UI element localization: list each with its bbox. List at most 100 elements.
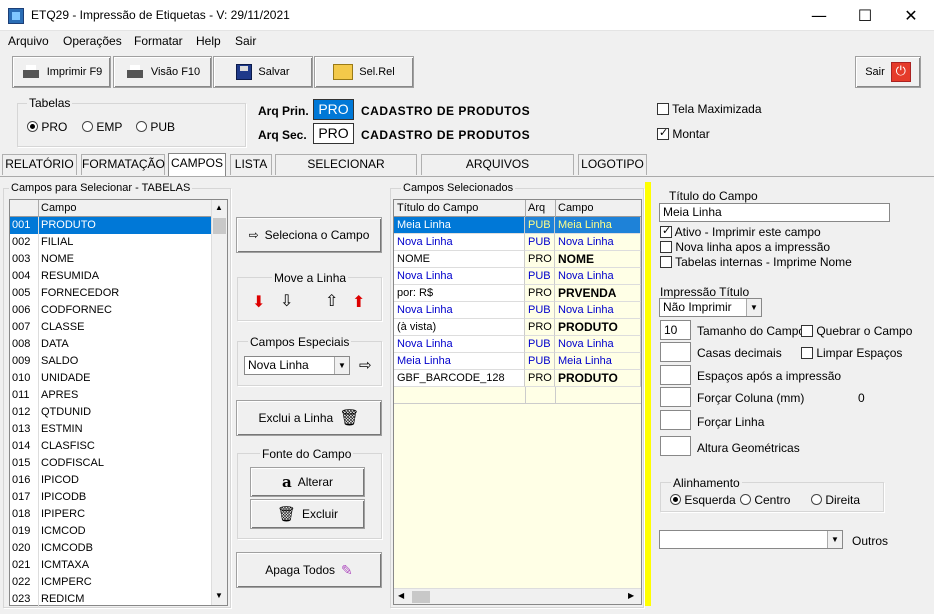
campos-list-item[interactable]: 016 IPICOD [10,472,211,489]
menu-sair[interactable]: Sair [235,34,256,48]
move-up-outline-icon[interactable]: ⇧ [325,291,338,311]
arq-prin-code[interactable]: PRO [313,99,354,120]
tab-relatorio[interactable]: RELATÓRIO [2,154,77,175]
menu-formatar[interactable]: Formatar [134,34,183,48]
campos-list-item[interactable]: 023 REDICM [10,591,211,608]
nova-linha-checkbox[interactable]: Nova linha apos a impressão [660,240,830,254]
scroll-left-icon[interactable]: ◀ [398,591,404,600]
outros-chevron-icon[interactable]: ▼ [827,531,842,548]
align-direita-radio[interactable]: Direita [811,493,860,507]
forcar-coluna-input[interactable] [660,387,691,407]
tab-lista[interactable]: LISTA [230,154,272,175]
campos-list-item[interactable]: 008 DATA [10,336,211,353]
hscroll-thumb[interactable] [412,591,430,603]
campos-list-item[interactable]: 009 SALDO [10,353,211,370]
print-button[interactable]: Imprimir F9 [12,56,111,88]
selecionados-hscroll[interactable]: ◀ ▶ [394,588,641,604]
impressao-chevron-icon[interactable]: ▼ [746,299,761,316]
tab-logotipo[interactable]: LOGOTIPO [578,154,647,175]
move-up-red-icon[interactable]: ⬆ [352,292,365,312]
exclui-linha-button[interactable]: Exclui a Linha 🗑 [236,400,382,436]
exit-button[interactable]: Sair ⏻ [855,56,921,88]
tela-maximizada-checkbox[interactable]: Tela Maximizada [657,102,762,116]
tab-arquivos-relacionados[interactable]: ARQUIVOS RELACIONADOS [421,154,574,190]
campos-list-item[interactable]: 022 ICMPERC [10,574,211,591]
menu-arquivo[interactable]: Arquivo [8,34,49,48]
selrel-button[interactable]: Sel.Rel [314,56,414,88]
campos-scrollbar[interactable]: ▲ ▼ [211,200,227,605]
scroll-up-icon[interactable]: ▲ [215,203,223,212]
selecionado-row[interactable]: Nova Linha PUB Nova Linha [394,336,641,353]
align-centro-radio[interactable]: Centro [740,493,790,507]
tab-formatacao[interactable]: FORMATAÇÃO [81,154,165,175]
preview-button[interactable]: Visão F10 [113,56,212,88]
campos-list[interactable]: Campo 001 PRODUTO 002 FILIAL 003 NOME 004 RESUM… [9,199,228,608]
selecionado-row[interactable]: NOME PRO NOME [394,251,641,268]
campos-list-item[interactable]: 011 APRES [10,387,211,404]
altura-input[interactable] [660,436,691,456]
scroll-down-icon[interactable]: ▼ [215,591,223,600]
add-especial-arrow-icon[interactable]: ⇨ [359,356,372,374]
selecionado-row[interactable]: Nova Linha PUB Nova Linha [394,268,641,285]
radio-emp[interactable]: EMP [82,120,122,134]
scroll-thumb[interactable] [213,218,226,234]
selecionado-row[interactable]: Nova Linha PUB Nova Linha [394,234,641,251]
selecionado-row[interactable]: Meia Linha PUB Meia Linha [394,217,641,234]
move-down-red-icon[interactable]: ⬇ [252,292,265,312]
quebrar-checkbox[interactable]: Quebrar o Campo [801,324,912,338]
tab-selecionar-produtos[interactable]: SELECIONAR PRODUTOS [275,154,417,190]
campos-list-item[interactable]: 015 CODFISCAL [10,455,211,472]
align-esquerda-radio[interactable]: Esquerda [670,493,736,507]
campos-list-item[interactable]: 002 FILIAL [10,234,211,251]
limpar-checkbox[interactable]: Limpar Espaços [801,346,902,360]
seleciona-campo-button[interactable]: ⇨ Seleciona o Campo [236,217,382,253]
apaga-todos-button[interactable]: Apaga Todos ✎ [236,552,382,588]
move-down-outline-icon[interactable]: ⇩ [280,291,293,311]
campos-especiais-select[interactable]: Nova Linha ▼ [244,356,350,375]
campos-list-item[interactable]: 006 CODFORNEC [10,302,211,319]
tamanho-input[interactable]: 10 [660,320,691,340]
selecionado-empty-row[interactable] [394,387,641,404]
radio-pub[interactable]: PUB [136,120,175,134]
campos-list-item[interactable]: 012 QTDUNID [10,404,211,421]
casas-input[interactable] [660,342,691,362]
alterar-fonte-button[interactable]: a Alterar [250,467,365,497]
campos-list-item[interactable]: 019 ICMCOD [10,523,211,540]
espacos-input[interactable] [660,365,691,385]
campos-list-item[interactable]: 020 ICMCODB [10,540,211,557]
campos-list-item[interactable]: 021 ICMTAXA [10,557,211,574]
campos-list-item[interactable]: 014 CLASFISC [10,438,211,455]
tabelas-internas-checkbox[interactable]: Tabelas internas - Imprime Nome [660,255,852,269]
campos-list-item[interactable]: 017 IPICODB [10,489,211,506]
campos-list-item[interactable]: 005 FORNECEDOR [10,285,211,302]
forcar-linha-input[interactable] [660,410,691,430]
selecionado-row[interactable]: Nova Linha PUB Nova Linha [394,302,641,319]
menu-help[interactable]: Help [196,34,221,48]
selecionado-row[interactable]: por: R$ PRO PRVENDA [394,285,641,302]
campos-list-item[interactable]: 001 PRODUTO [10,217,211,234]
radio-pro[interactable]: PRO [27,120,67,134]
save-button[interactable]: Salvar [213,56,313,88]
selecionado-row[interactable]: (à vista) PRO PRODUTO [394,319,641,336]
scroll-right-icon[interactable]: ▶ [628,591,634,600]
tab-campos[interactable]: CAMPOS [168,153,226,176]
outros-select[interactable]: ▼ [659,530,843,549]
campos-list-item[interactable]: 018 IPIPERC [10,506,211,523]
excluir-fonte-button[interactable]: 🗑 Excluir [250,499,365,529]
arq-sec-code[interactable]: PRO [313,123,354,144]
chevron-down-icon[interactable]: ▼ [334,357,349,374]
maximize-button[interactable]: ☐ [842,0,888,31]
selecionados-grid[interactable]: Título do Campo Arq Campo Meia Linha PUB M… [393,199,642,605]
menu-operacoes[interactable]: Operações [63,34,122,48]
campos-list-item[interactable]: 007 CLASSE [10,319,211,336]
ativo-checkbox[interactable]: Ativo - Imprimir este campo [660,224,821,239]
campos-list-item[interactable]: 003 NOME [10,251,211,268]
montar-checkbox[interactable]: Montar [657,126,710,141]
campos-list-item[interactable]: 004 RESUMIDA [10,268,211,285]
close-button[interactable]: ✕ [888,0,934,31]
campos-list-item[interactable]: 013 ESTMIN [10,421,211,438]
impressao-titulo-select[interactable]: Não Imprimir ▼ [659,298,762,317]
minimize-button[interactable]: — [796,0,842,31]
selecionado-row[interactable]: Meia Linha PUB Meia Linha [394,353,641,370]
titulo-campo-input[interactable]: Meia Linha [659,203,890,222]
